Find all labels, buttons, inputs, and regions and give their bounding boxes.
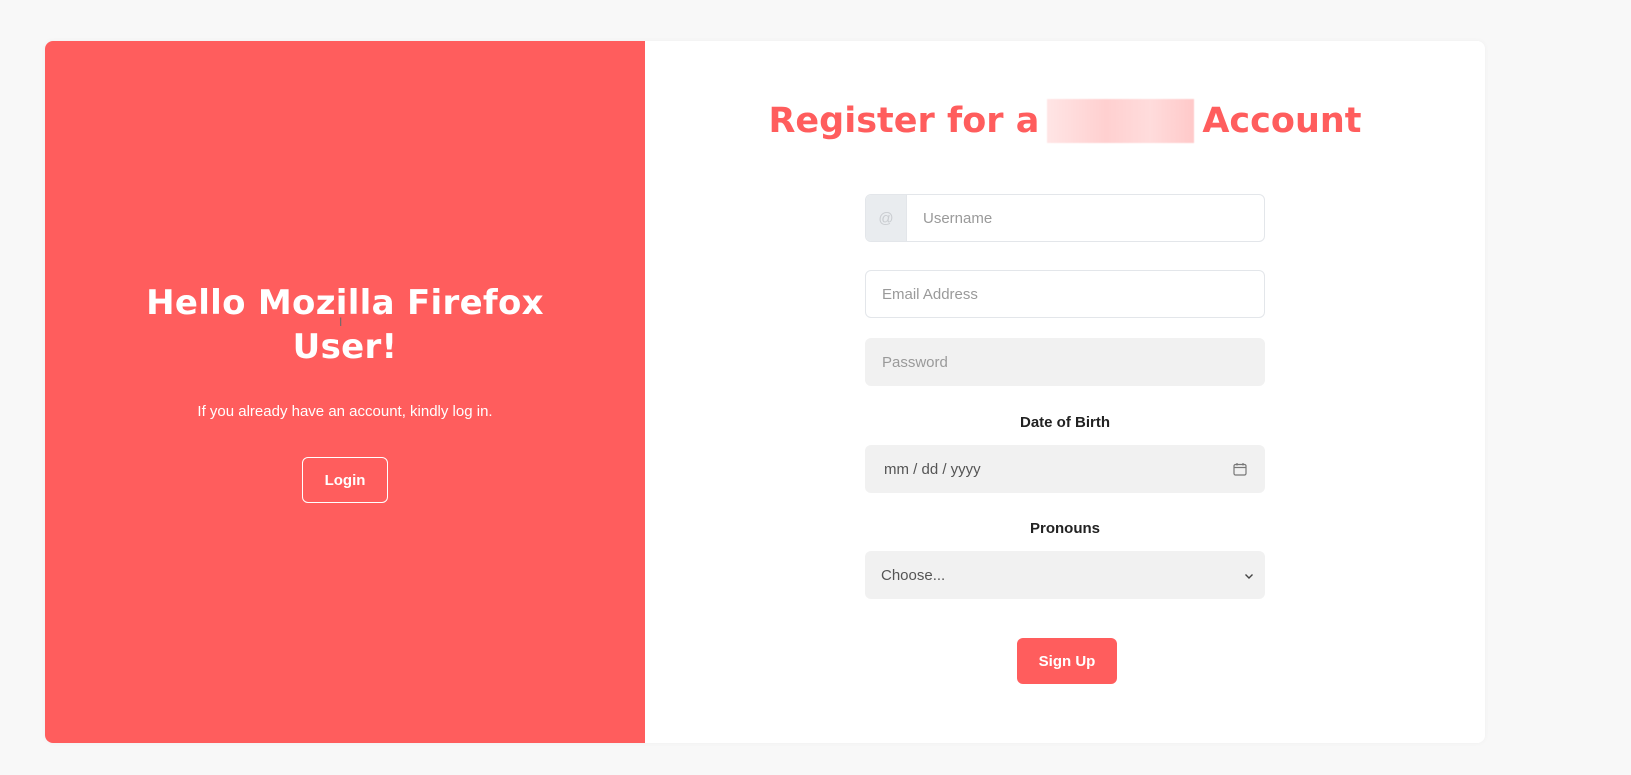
register-card: Hello Mozilla Firefox User! I If you alr…	[45, 41, 1485, 743]
login-button[interactable]: Login	[302, 457, 388, 503]
chevron-down-icon	[1243, 569, 1255, 581]
username-input[interactable]	[907, 195, 1264, 241]
welcome-panel: Hello Mozilla Firefox User! I If you alr…	[45, 41, 645, 743]
dob-label: Date of Birth	[1020, 414, 1110, 431]
at-sign-icon: @	[866, 195, 907, 241]
dob-input[interactable]: mm / dd / yyyy	[865, 445, 1265, 493]
email-input[interactable]	[866, 271, 1264, 317]
pronouns-select[interactable]: Choose...	[865, 551, 1265, 599]
form-title-prefix: Register for a	[768, 101, 1040, 141]
dob-placeholder: mm / dd / yyyy	[884, 460, 981, 478]
email-field-wrapper	[865, 270, 1265, 318]
password-input[interactable]	[866, 339, 1264, 385]
username-input-group: @	[865, 194, 1265, 242]
password-field-wrapper	[865, 338, 1265, 386]
pronouns-label: Pronouns	[1030, 520, 1100, 537]
pronouns-selected-value: Choose...	[881, 566, 946, 584]
register-panel: Register for a Account @ Date of Birth m…	[645, 41, 1485, 743]
signup-button[interactable]: Sign Up	[1017, 638, 1117, 684]
redacted-brand-name	[1047, 99, 1195, 143]
welcome-title: Hello Mozilla Firefox User!	[146, 283, 544, 367]
calendar-icon[interactable]	[1233, 462, 1247, 476]
text-cursor-icon: I	[339, 315, 343, 329]
welcome-text: If you already have an account, kindly l…	[197, 403, 493, 420]
form-title-suffix: Account	[1202, 101, 1362, 141]
form-title: Register for a Account	[645, 99, 1485, 143]
